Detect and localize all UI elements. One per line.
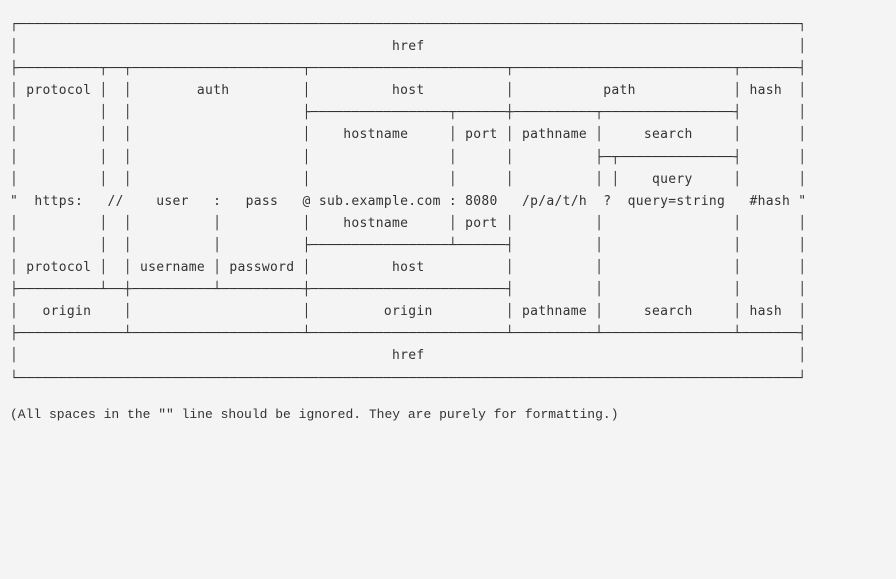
diagram-row-origin-pathname-search-hash: │ origin │ │ origin │ pathname │ search … bbox=[10, 304, 806, 319]
ascii-diagram: ┌───────────────────────────────────────… bbox=[10, 14, 886, 390]
diagram-href-top: │ href │ bbox=[10, 39, 806, 54]
diagram-sep-6: ├─────────────┴─────────────────────┴───… bbox=[10, 326, 806, 341]
diagram-href-bottom: │ href │ bbox=[10, 348, 806, 363]
diagram-sep-5: ├──────────┴──┼──────────┴──────────┼───… bbox=[10, 282, 806, 297]
diagram-sep-1: ├──────────┬──┬─────────────────────┬───… bbox=[10, 61, 806, 76]
diagram-row-hostname-port-2: │ │ │ │ │ hostname │ port │ │ │ │ bbox=[10, 216, 806, 231]
diagram-sep-2: │ │ │ ├─────────────────┬──────┼────────… bbox=[10, 105, 806, 120]
diagram-border-top: ┌───────────────────────────────────────… bbox=[10, 17, 806, 32]
diagram-row-protocol-auth-host-path-hash: │ protocol │ │ auth │ host │ path │ hash… bbox=[10, 83, 806, 98]
diagram-row-query: │ │ │ │ │ │ │ │ query │ │ bbox=[10, 172, 806, 187]
diagram-sep-3: │ │ │ │ │ │ ├─┬──────────────┤ │ bbox=[10, 150, 806, 165]
formatting-note: (All spaces in the "" line should be ign… bbox=[10, 404, 886, 426]
diagram-sep-4: │ │ │ │ ├─────────────────┴──────┤ │ │ │ bbox=[10, 238, 806, 253]
diagram-row-protocol-username-password-host: │ protocol │ │ username │ password │ hos… bbox=[10, 260, 806, 275]
url-structure-diagram: ┌───────────────────────────────────────… bbox=[0, 0, 896, 446]
diagram-border-bottom: └───────────────────────────────────────… bbox=[10, 371, 806, 386]
diagram-url-example: " https: // user : pass @ sub.example.co… bbox=[10, 194, 806, 209]
diagram-row-hostname-port-pathname-search: │ │ │ │ hostname │ port │ pathname │ sea… bbox=[10, 127, 806, 142]
